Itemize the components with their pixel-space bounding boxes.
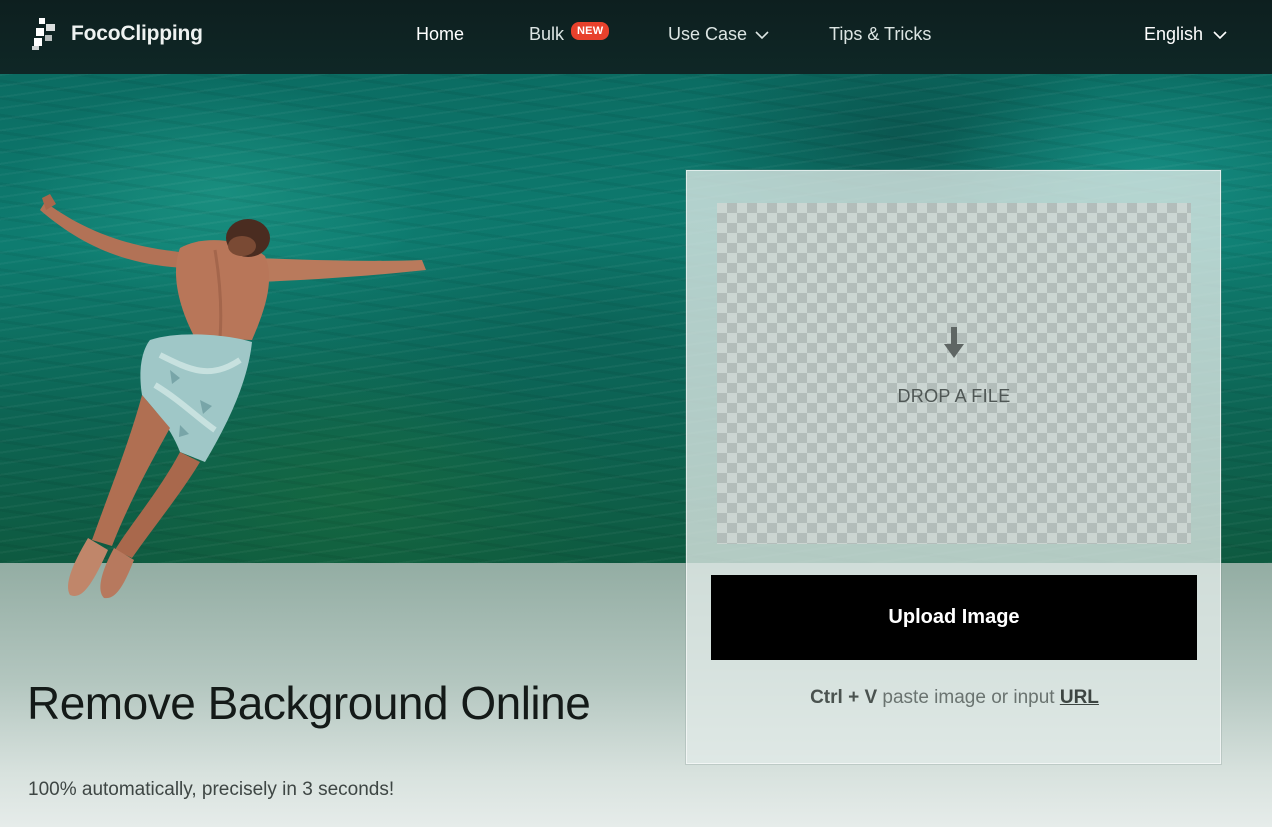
diver-illustration <box>40 194 426 599</box>
arrow-down-icon <box>944 327 964 358</box>
nav-home-label: Home <box>416 24 465 44</box>
nav-bulk-label: Bulk <box>529 24 565 44</box>
page-subtitle: 100% automatically, precisely in 3 secon… <box>28 779 395 800</box>
paste-hint: Ctrl + V paste image or input URL <box>687 687 1222 709</box>
nav-tips-tricks[interactable]: Tips & Tricks <box>829 24 931 45</box>
language-label: English <box>1144 24 1204 44</box>
language-selector[interactable]: English <box>1144 24 1227 45</box>
url-link[interactable]: URL <box>1060 687 1099 708</box>
nav-use-case-label: Use Case <box>668 24 748 44</box>
nav-home[interactable]: Home <box>416 24 464 45</box>
nav-use-case[interactable]: Use Case <box>668 24 769 45</box>
upload-image-button[interactable]: Upload Image <box>711 575 1197 660</box>
page: FocoClipping Home Bulk NEW Use Case Tips… <box>0 0 1272 827</box>
chevron-down-icon <box>755 30 769 39</box>
main-nav: Home Bulk NEW Use Case Tips & Tricks Eng… <box>0 0 1272 74</box>
new-badge: NEW <box>571 21 610 40</box>
drop-zone[interactable]: DROP A FILE <box>717 203 1191 544</box>
drop-label: DROP A FILE <box>897 386 1011 406</box>
chevron-down-icon <box>1213 30 1227 39</box>
page-title: Remove Background Online <box>27 677 591 729</box>
nav-bulk[interactable]: Bulk NEW <box>529 21 610 45</box>
top-nav-bar: FocoClipping Home Bulk NEW Use Case Tips… <box>0 0 1272 74</box>
paste-text: paste image or input <box>877 687 1060 708</box>
upload-panel: DROP A FILE Upload Image Ctrl + V paste … <box>686 170 1221 764</box>
paste-shortcut: Ctrl + V <box>810 687 878 708</box>
nav-tips-label: Tips & Tricks <box>829 24 932 44</box>
